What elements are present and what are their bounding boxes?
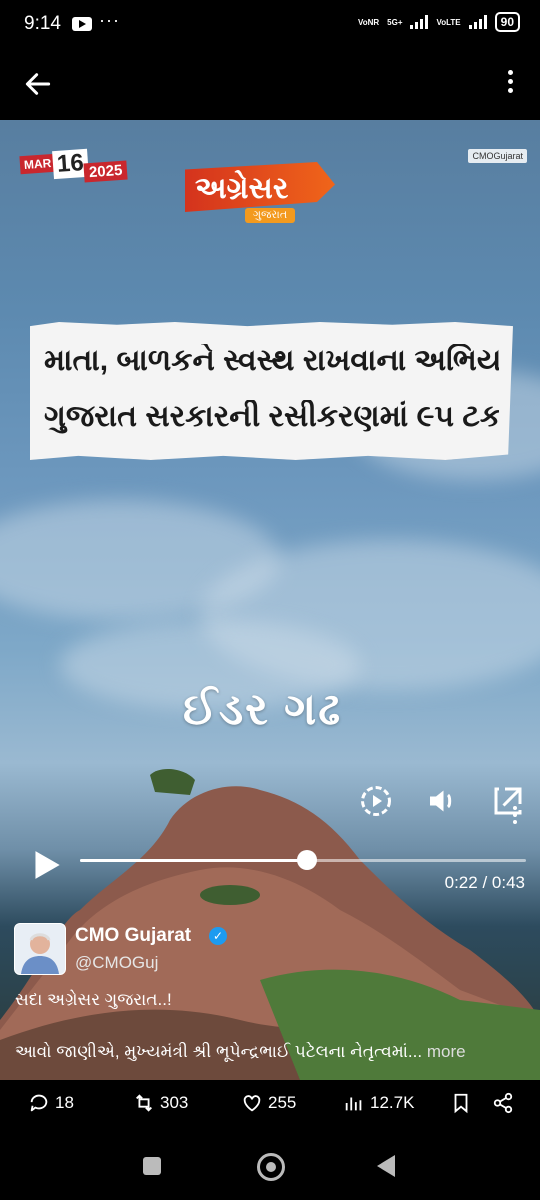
date-badge: MAR 16 2025 xyxy=(19,148,132,184)
play-button[interactable] xyxy=(33,850,61,880)
agresar-gujarat-logo: અગ્રેસર ગુજરાત xyxy=(185,150,350,235)
vonr-indicator: VoNR xyxy=(357,17,380,27)
bookmark-icon xyxy=(454,1093,468,1114)
share-icon xyxy=(493,1092,513,1114)
status-icons: VoNR 5G+ VoLTE 90 xyxy=(358,12,520,32)
bookmark-button[interactable] xyxy=(450,1092,472,1114)
heart-icon xyxy=(243,1095,261,1112)
progress-fill xyxy=(80,859,308,862)
headline-banner: માતા, બાળકને સ્વસ્થ રાખવાના અભિયાન સાથે … xyxy=(30,322,513,460)
more-options-button[interactable] xyxy=(506,70,514,100)
status-time: 9:14 xyxy=(24,13,61,34)
date-year: 2025 xyxy=(83,160,128,183)
top-bar xyxy=(0,50,540,120)
avatar-image xyxy=(21,933,59,974)
share-button[interactable] xyxy=(492,1092,514,1114)
status-bar: 9:14 ··· VoNR 5G+ VoLTE 90 xyxy=(0,0,540,50)
signal-icon xyxy=(410,15,429,29)
logo-text: અગ્રેસર xyxy=(195,172,289,205)
repost-icon xyxy=(136,1094,152,1112)
view-count: 12.7K xyxy=(370,1093,415,1112)
volume-button[interactable] xyxy=(424,783,460,819)
reply-button[interactable]: 18 xyxy=(28,1092,74,1114)
back-button[interactable] xyxy=(22,68,54,100)
comment-icon xyxy=(30,1094,48,1112)
verified-badge-icon: ✓ xyxy=(209,927,227,945)
repost-count: 303 xyxy=(160,1093,189,1112)
rocky-hill-image xyxy=(0,768,540,1080)
speaker-icon xyxy=(430,790,452,812)
author-handle[interactable]: @CMOGuj xyxy=(75,953,158,973)
time-total: 0:43 xyxy=(491,873,525,892)
volte-indicator: VoLTE xyxy=(436,17,461,27)
views-button[interactable]: 12.7K xyxy=(343,1092,414,1114)
headline-line-2: ગુજરાત સરકારની રસીકરણમાં ૯૫ ટકા સિદ્ધિ xyxy=(44,400,499,433)
video-player[interactable]: MAR 16 2025 અગ્રેસર ગુજરાત CMOGujarat મા… xyxy=(0,120,540,1080)
more-notifications-indicator: ··· xyxy=(99,10,120,30)
signal-icon-2 xyxy=(468,15,487,29)
author-name[interactable]: CMO Gujarat xyxy=(75,925,191,947)
analytics-icon xyxy=(345,1097,362,1111)
like-button[interactable]: 255 xyxy=(241,1092,296,1114)
time-readout: 0:22 / 0:43 xyxy=(445,873,525,893)
youtube-notification-icon xyxy=(72,17,92,31)
post-text: આવો જાણીએ, મુખ્યમંત્રી શ્રી ભૂપેન્દ્રભાઈ… xyxy=(15,1042,423,1061)
arrow-left-icon xyxy=(25,73,51,95)
channel-tag: CMOGujarat xyxy=(468,149,527,163)
post-author[interactable]: CMO Gujarat ✓ @CMOGuj xyxy=(14,923,526,979)
reply-count: 18 xyxy=(55,1093,74,1112)
recents-button[interactable] xyxy=(143,1157,161,1175)
system-back-button[interactable] xyxy=(377,1155,395,1177)
post-text-line-1: સદા અગ્રેસર ગુજરાત..! xyxy=(15,990,172,1009)
post-text-line-2: આવો જાણીએ, મુખ્યમંત્રી શ્રી ભૂપેન્દ્રભાઈ… xyxy=(15,1042,530,1062)
repost-button[interactable]: 303 xyxy=(133,1092,188,1114)
like-count: 255 xyxy=(268,1093,297,1112)
headline-line-1: માતા, બાળકને સ્વસ્થ રાખવાના અભિયાન સાથે xyxy=(44,344,499,377)
expand-icon xyxy=(494,787,522,815)
date-month: MAR xyxy=(19,153,56,175)
place-title: ઈડર ગઢ xyxy=(183,685,343,734)
battery-icon: 90 xyxy=(494,12,520,32)
system-nav-bar xyxy=(0,1130,540,1200)
replay-button[interactable] xyxy=(358,783,394,819)
avatar[interactable] xyxy=(14,923,66,975)
replay-icon xyxy=(361,786,391,816)
fullscreen-button[interactable] xyxy=(490,783,526,819)
time-current: 0:22 xyxy=(444,873,478,892)
more-link[interactable]: more xyxy=(427,1042,466,1061)
action-bar: 18 303 255 12.7K xyxy=(0,1080,540,1130)
play-icon xyxy=(35,851,60,879)
progress-bar[interactable] xyxy=(80,850,526,870)
time-separator: / xyxy=(482,873,488,892)
post-options-button[interactable] xyxy=(512,806,518,828)
home-button[interactable] xyxy=(257,1153,285,1181)
logo-subtext: ગુજરાત xyxy=(245,208,296,223)
5g-indicator: 5G+ xyxy=(387,17,403,27)
